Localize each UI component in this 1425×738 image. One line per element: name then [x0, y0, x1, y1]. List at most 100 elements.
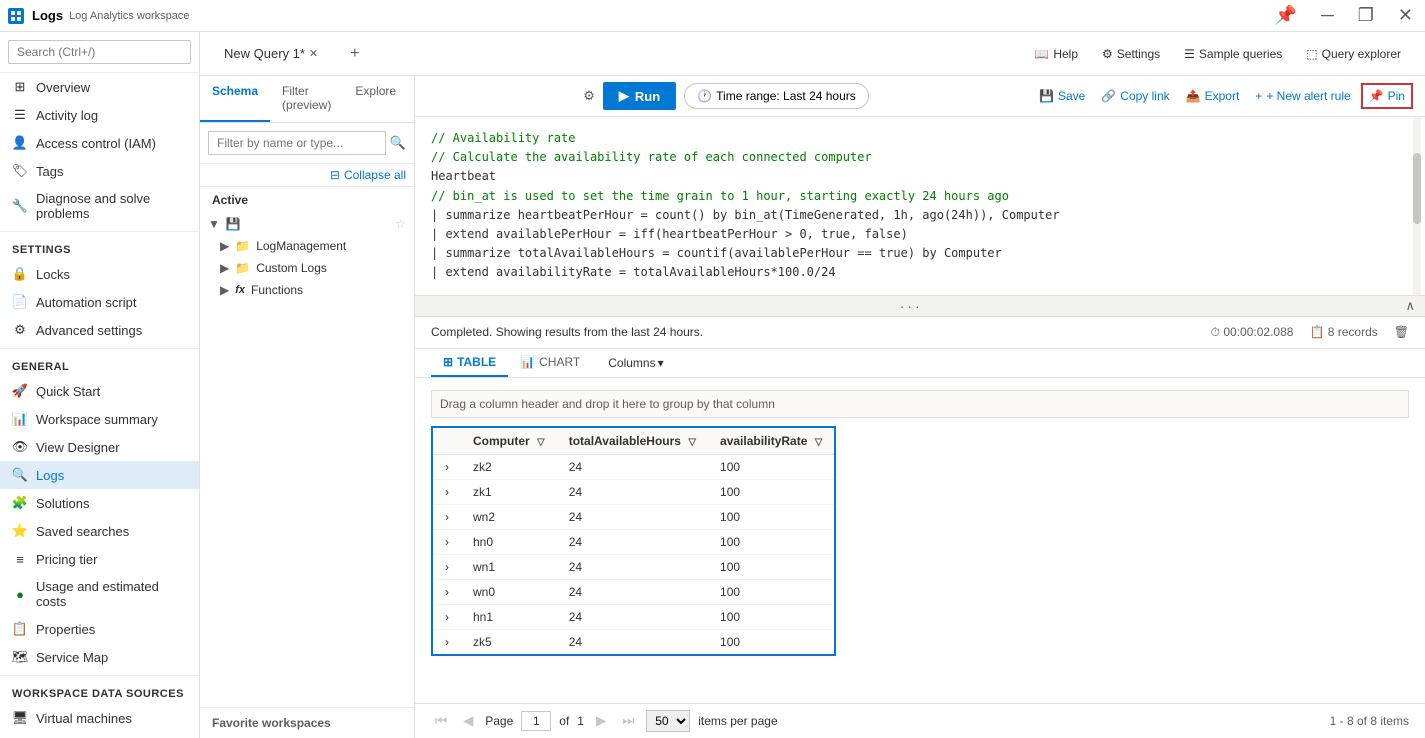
- schema-tab-schema[interactable]: Schema: [200, 76, 270, 122]
- scroll-thumb[interactable]: [1413, 153, 1421, 224]
- pin-window-btn[interactable]: 📌: [1271, 5, 1301, 26]
- th-total-hours[interactable]: totalAvailableHours ▽: [557, 427, 708, 455]
- results-tab-chart[interactable]: 📊 CHART: [508, 349, 592, 377]
- columns-btn[interactable]: Columns ▾: [600, 350, 671, 376]
- run-label: Run: [635, 89, 660, 104]
- sidebar-item-pricing-tier[interactable]: ≡ Pricing tier: [0, 545, 199, 573]
- expand-cell[interactable]: ›: [432, 554, 461, 579]
- sidebar-item-label: Logs: [36, 468, 64, 483]
- cell-computer: wn0: [461, 579, 557, 604]
- copy-icon: 🔗: [1101, 89, 1116, 103]
- pin-btn[interactable]: 📌 Pin: [1361, 83, 1413, 109]
- chart-tab-label: CHART: [539, 355, 580, 369]
- new-query-tab[interactable]: New Query 1* ✕: [216, 42, 326, 65]
- settings-btn[interactable]: ⚙ Settings: [1094, 43, 1168, 65]
- sidebar-item-access-control[interactable]: 👤 Access control (IAM): [0, 129, 199, 157]
- sidebar-item-automation[interactable]: 📄 Automation script: [0, 288, 199, 316]
- sidebar-item-storage-accounts[interactable]: 🗄 Storage accounts logs: [0, 732, 199, 738]
- sidebar-search-container: [0, 32, 199, 73]
- table-row: › zk5 24 100: [432, 629, 835, 655]
- new-alert-rule-btn[interactable]: + + New alert rule: [1249, 85, 1356, 107]
- last-page-btn[interactable]: ⏭: [618, 711, 638, 731]
- schema-node-functions[interactable]: ▶ fx Functions: [200, 279, 414, 301]
- items-per-page-select[interactable]: 50: [646, 710, 690, 732]
- th-availability-rate-label: availabilityRate: [720, 434, 807, 448]
- resize-handle[interactable]: ··· ∧: [415, 296, 1425, 317]
- copy-link-label: Copy link: [1120, 89, 1169, 103]
- sidebar-item-tags[interactable]: 🏷 Tags: [0, 157, 199, 185]
- schema-tab-explore[interactable]: Explore: [343, 76, 408, 122]
- schema-node-log-management[interactable]: ▶ 📁 LogManagement: [200, 235, 414, 257]
- sidebar-item-diagnose[interactable]: 🔧 Diagnose and solve problems: [0, 185, 199, 227]
- folder-icon: 📁: [235, 239, 250, 253]
- availability-rate-filter-icon[interactable]: ▽: [815, 437, 823, 448]
- help-label: Help: [1053, 47, 1078, 61]
- schema-filter-input[interactable]: [208, 131, 386, 155]
- sidebar-item-quickstart[interactable]: 🚀 Quick Start: [0, 377, 199, 405]
- schema-node-active-icon: ▼ 💾 ☆: [200, 213, 414, 235]
- collapse-all-btn[interactable]: ⊟ Collapse all: [200, 164, 414, 187]
- expand-cell[interactable]: ›: [432, 454, 461, 479]
- total-hours-filter-icon[interactable]: ▽: [688, 437, 696, 448]
- schema-node-custom-logs[interactable]: ▶ 📁 Custom Logs: [200, 257, 414, 279]
- schema-tab-filter[interactable]: Filter (preview): [270, 76, 343, 122]
- minimize-btn[interactable]: ─: [1317, 5, 1338, 26]
- table-tab-label: TABLE: [457, 355, 496, 369]
- computer-filter-icon[interactable]: ▽: [537, 437, 545, 448]
- sidebar-item-activity-log[interactable]: ☰ Activity log: [0, 101, 199, 129]
- sidebar-item-service-map[interactable]: 🗺 Service Map: [0, 643, 199, 671]
- restore-btn[interactable]: ❐: [1354, 5, 1378, 26]
- expand-cell[interactable]: ›: [432, 529, 461, 554]
- code-line-4: // bin_at is used to set the time grain …: [431, 187, 1409, 206]
- delete-results-btn[interactable]: 🗑: [1394, 325, 1409, 339]
- close-tab-icon[interactable]: ✕: [309, 47, 318, 60]
- sidebar-item-locks[interactable]: 🔒 Locks: [0, 260, 199, 288]
- expand-cell[interactable]: ›: [432, 504, 461, 529]
- expand-cell[interactable]: ›: [432, 604, 461, 629]
- time-range-btn[interactable]: 🕐 Time range: Last 24 hours: [684, 83, 869, 109]
- sidebar-item-advanced-settings[interactable]: ⚙ Advanced settings: [0, 316, 199, 344]
- sidebar-item-label: Properties: [36, 622, 95, 637]
- copy-link-btn[interactable]: 🔗 Copy link: [1095, 85, 1175, 107]
- prev-page-btn[interactable]: ◀: [459, 711, 477, 731]
- sidebar-item-saved-searches[interactable]: ⭐ Saved searches: [0, 517, 199, 545]
- sample-queries-btn[interactable]: ☰ Sample queries: [1176, 43, 1290, 65]
- add-tab-btn[interactable]: +: [342, 37, 367, 71]
- sidebar-item-workspace-summary[interactable]: 📊 Workspace summary: [0, 405, 199, 433]
- close-btn[interactable]: ✕: [1394, 5, 1417, 26]
- sidebar-divider-3: [0, 675, 199, 676]
- expand-cell[interactable]: ›: [432, 479, 461, 504]
- code-editor[interactable]: // Availability rate // Calculate the av…: [415, 117, 1425, 296]
- query-explorer-btn[interactable]: ⬚ Query explorer: [1298, 43, 1409, 65]
- sidebar-item-logs[interactable]: 🔍 Logs: [0, 461, 199, 489]
- expand-cell[interactable]: ›: [432, 629, 461, 655]
- sidebar-item-solutions[interactable]: 🧩 Solutions: [0, 489, 199, 517]
- of-label: of: [559, 714, 569, 728]
- expand-cell[interactable]: ›: [432, 579, 461, 604]
- data-table-container[interactable]: Drag a column header and drop it here to…: [415, 378, 1425, 704]
- sidebar-item-properties[interactable]: 📋 Properties: [0, 615, 199, 643]
- results-tab-table[interactable]: ⊞ TABLE: [431, 349, 508, 377]
- export-btn[interactable]: 📤 Export: [1180, 85, 1246, 107]
- columns-label: Columns: [608, 356, 655, 370]
- save-btn[interactable]: 💾 Save: [1033, 85, 1091, 107]
- sidebar-item-view-designer[interactable]: 👁 View Designer: [0, 433, 199, 461]
- help-btn[interactable]: 📖 Help: [1026, 43, 1086, 65]
- sidebar-item-usage-costs[interactable]: ● Usage and estimated costs: [0, 573, 199, 615]
- search-input[interactable]: [8, 40, 191, 64]
- first-page-btn[interactable]: ⏮: [431, 711, 451, 731]
- star-fav-icon[interactable]: ☆: [395, 217, 406, 231]
- results-header: Completed. Showing results from the last…: [415, 317, 1425, 349]
- filter-settings-icon[interactable]: ⚙: [583, 88, 595, 104]
- cell-total-hours: 24: [557, 579, 708, 604]
- th-computer[interactable]: Computer ▽: [461, 427, 557, 455]
- th-availability-rate[interactable]: availabilityRate ▽: [708, 427, 835, 455]
- page-number[interactable]: 1: [521, 711, 551, 731]
- next-page-btn[interactable]: ▶: [592, 711, 610, 731]
- sidebar-item-virtual-machines[interactable]: 🖥 Virtual machines: [0, 704, 199, 732]
- sidebar-item-label: Overview: [36, 80, 90, 95]
- run-btn[interactable]: ▶ Run: [603, 82, 676, 110]
- sidebar-item-label: View Designer: [36, 440, 120, 455]
- sidebar-item-label: Virtual machines: [36, 711, 132, 726]
- sidebar-item-overview[interactable]: ⊞ Overview: [0, 73, 199, 101]
